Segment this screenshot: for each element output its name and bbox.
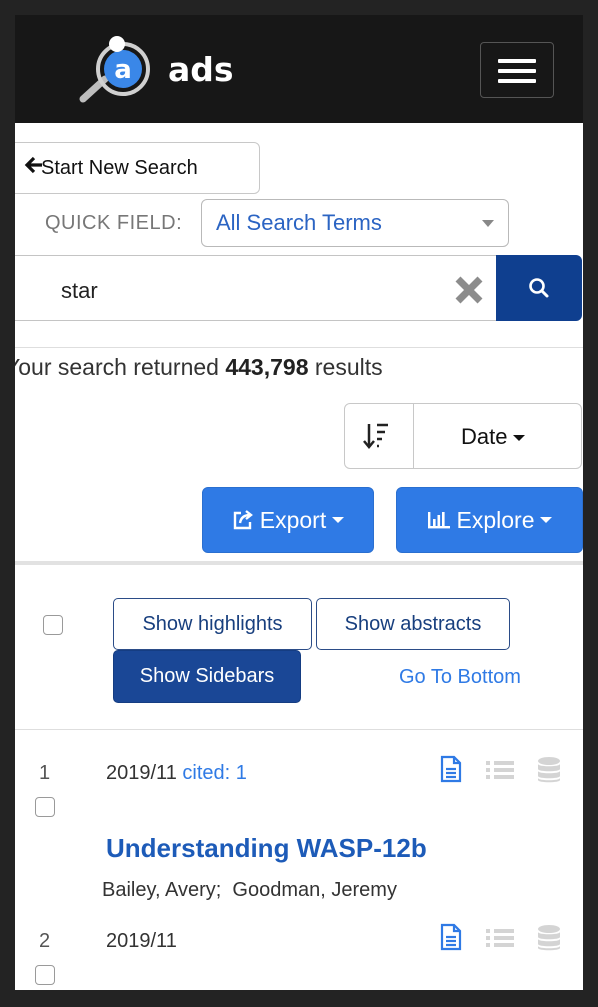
menu-button[interactable]	[480, 42, 554, 98]
search-input[interactable]: star	[15, 255, 500, 321]
app-frame: a ads Start New Search QUICK FIELD: All …	[15, 15, 583, 990]
show-sidebars-button[interactable]: Show Sidebars	[113, 650, 301, 703]
start-new-search-label: Start New Search	[41, 156, 198, 179]
list-icon	[486, 761, 514, 779]
sort-icon	[363, 423, 388, 449]
result-date: 2019/11	[106, 930, 177, 952]
chevron-down-icon	[540, 517, 553, 523]
sort-control: Date	[344, 403, 582, 469]
result-title-link[interactable]: Understanding WASP-12b	[106, 833, 427, 864]
hamburger-icon-bar	[498, 79, 536, 83]
quick-field-value: All Search Terms	[216, 210, 382, 235]
result-authors[interactable]: Bailey, Avery; Goodman, Jeremy	[102, 879, 397, 902]
arrow-left-icon	[24, 155, 44, 181]
search-button[interactable]	[496, 255, 582, 321]
sort-field-dropdown[interactable]: Date	[461, 424, 526, 450]
brand-name[interactable]: ads	[168, 50, 234, 90]
show-highlights-button[interactable]: Show highlights	[113, 598, 312, 650]
export-button[interactable]: Export	[202, 487, 374, 553]
database-icon	[538, 925, 560, 951]
result-date-line: 2019/11 cited: 1	[106, 762, 247, 785]
share-icon	[233, 510, 253, 530]
export-label: Export	[259, 506, 327, 533]
sort-direction-button[interactable]	[345, 404, 414, 468]
chevron-down-icon	[482, 220, 494, 227]
logo-letter: a	[114, 55, 132, 85]
chevron-down-icon	[332, 517, 345, 523]
result-checkbox[interactable]	[35, 965, 55, 985]
divider	[15, 347, 583, 348]
sort-field-label: Date	[461, 424, 508, 449]
results-prefix: Your search returned	[15, 354, 226, 380]
result-checkbox[interactable]	[35, 797, 55, 817]
start-new-search-button[interactable]: Start New Search	[15, 142, 260, 194]
document-icon[interactable]	[440, 755, 462, 783]
result-date: 2019/11	[106, 762, 177, 784]
quick-field-label: QUICK FIELD:	[45, 212, 183, 234]
divider	[15, 729, 583, 730]
navbar: a ads	[15, 15, 583, 123]
results-suffix: results	[308, 354, 383, 380]
bar-chart-icon	[427, 512, 450, 529]
select-all-checkbox[interactable]	[43, 615, 63, 635]
database-icon	[538, 757, 560, 783]
go-to-bottom-link[interactable]: Go To Bottom	[399, 666, 521, 689]
explore-button[interactable]: Explore	[396, 487, 583, 553]
search-icon	[529, 278, 549, 298]
divider	[15, 561, 583, 565]
chevron-down-icon	[513, 435, 526, 442]
hamburger-icon-bar	[498, 69, 536, 73]
explore-label: Explore	[456, 506, 535, 533]
show-abstracts-button[interactable]: Show abstracts	[316, 598, 510, 650]
close-icon[interactable]	[452, 273, 486, 307]
results-count: 443,798	[225, 354, 309, 380]
quick-field-select[interactable]: All Search Terms	[201, 199, 509, 247]
list-icon	[486, 929, 514, 947]
cited-link[interactable]: cited: 1	[182, 762, 246, 784]
result-index: 1	[39, 762, 51, 784]
logo-icon[interactable]: a	[75, 35, 160, 105]
hamburger-icon	[498, 59, 536, 63]
document-icon[interactable]	[440, 923, 462, 951]
search-query: star	[61, 278, 98, 303]
results-summary: Your search returned 443,798 results	[15, 354, 383, 381]
result-index: 2	[39, 930, 51, 952]
